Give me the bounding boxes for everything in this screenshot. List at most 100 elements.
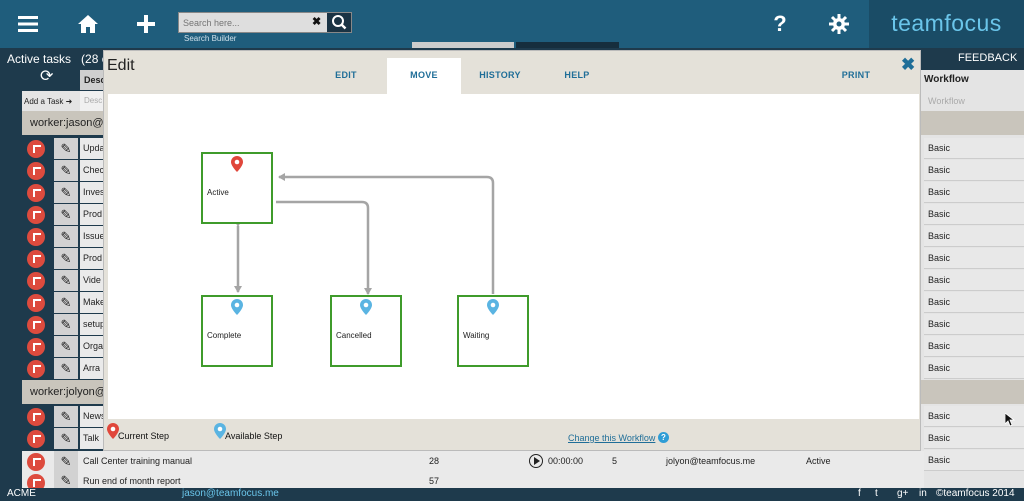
tab-edit[interactable]: EDIT [318,58,374,94]
edit-icon[interactable]: ✎ [54,204,78,225]
table-row[interactable]: ✎ Talk [22,428,104,449]
stop-task-icon[interactable] [27,408,45,426]
tab-history[interactable]: HISTORY [470,58,530,94]
workflow-cell: Basic [924,358,1024,379]
search-builder-link[interactable]: Search Builder [184,34,236,43]
stop-task-icon[interactable] [27,360,45,378]
edit-icon[interactable]: ✎ [54,248,78,269]
add-task-button[interactable]: Add a Task ➜ [22,91,80,111]
workflow-cell: Basic [924,292,1024,313]
task-description: Chec [80,160,104,181]
step-waiting[interactable]: Waiting [457,295,529,367]
tab-help[interactable]: HELP [552,58,602,94]
table-row[interactable]: ✎ Issue [22,226,104,247]
task-owner: jolyon@teamfocus.me [666,456,756,466]
task-number: 28 [429,456,440,466]
menu-icon[interactable] [10,0,46,49]
task-description: Orga [80,336,104,357]
table-row[interactable]: ✎ Prod [22,248,104,269]
table-row[interactable]: ✎ Orga [22,336,104,357]
question-icon[interactable]: ? [658,432,669,443]
stop-task-icon[interactable] [27,294,45,312]
stop-task-icon[interactable] [27,228,45,246]
print-button[interactable]: PRINT [832,58,880,94]
group-header-right [920,111,1024,135]
user-email[interactable]: jason@teamfocus.me [182,488,279,499]
table-row[interactable]: ✎ Chec [22,160,104,181]
edit-icon[interactable]: ✎ [54,270,78,291]
table-row[interactable]: ✎ setup [22,314,104,335]
workflow-column-header[interactable]: Workflow [924,74,969,85]
background-tab [516,42,619,48]
play-icon[interactable] [529,454,543,468]
edit-icon[interactable]: ✎ [54,428,78,449]
stop-task-icon[interactable] [27,272,45,290]
table-row[interactable]: ✎ News [22,406,104,427]
edit-icon[interactable]: ✎ [54,160,78,181]
home-icon[interactable] [70,0,106,50]
task-description: News [80,406,104,427]
description-column-header[interactable]: Desc [80,70,104,90]
task-timer: 00:00:00 [548,456,584,466]
table-row[interactable]: ✎ Upda [22,138,104,159]
connector-active-cancelled [276,200,372,295]
help-icon[interactable]: ? [762,0,798,48]
edit-icon[interactable]: ✎ [54,292,78,313]
task-number: 57 [429,476,440,486]
stop-task-icon[interactable] [27,162,45,180]
edit-icon[interactable]: ✎ [54,336,78,357]
connector-waiting-active [278,173,495,294]
table-row[interactable]: ✎ Arra [22,358,104,379]
stop-task-icon[interactable] [27,206,45,224]
add-icon[interactable] [128,0,164,50]
stop-task-icon[interactable] [27,453,45,471]
gear-icon[interactable] [821,0,857,51]
twitter-icon[interactable]: t [875,488,878,499]
stop-task-icon[interactable] [27,316,45,334]
task-description: setup [80,314,104,335]
available-step-pin-icon [360,299,372,315]
group-header: worker:jason@ [22,111,104,135]
linkedin-icon[interactable]: in [919,488,927,499]
edit-icon[interactable]: ✎ [54,138,78,159]
edit-icon[interactable]: ✎ [54,314,78,335]
description-filter[interactable]: Desc [80,91,104,111]
facebook-icon[interactable]: f [858,488,861,499]
stop-task-icon[interactable] [27,250,45,268]
stop-task-icon[interactable] [27,338,45,356]
edit-icon[interactable]: ✎ [54,182,78,203]
search-input[interactable] [183,15,311,30]
table-row[interactable]: ✎ Inves [22,182,104,203]
edit-icon[interactable]: ✎ [54,226,78,247]
stop-task-icon[interactable] [27,430,45,448]
step-active[interactable]: Active [201,152,273,224]
table-row[interactable]: ✎ Make [22,292,104,313]
edit-icon[interactable]: ✎ [54,472,78,489]
tab-move[interactable]: MOVE [387,58,461,94]
clear-icon[interactable]: ✖ [312,15,321,28]
workflow-filter[interactable]: Workflow [928,96,965,106]
change-workflow-link[interactable]: Change this Workflow [568,433,655,443]
table-row[interactable]: ✎ Vide [22,270,104,291]
refresh-icon[interactable]: ⟳ [40,66,53,86]
stop-task-icon[interactable] [27,140,45,158]
googleplus-icon[interactable]: g+ [897,488,908,499]
feedback-link[interactable]: FEEDBACK [958,52,1017,64]
search-button[interactable] [327,13,351,32]
edit-icon[interactable]: ✎ [54,451,78,472]
step-cancelled[interactable]: Cancelled [330,295,402,367]
stop-task-icon[interactable] [27,184,45,202]
table-row[interactable]: ✎ Run end of month report 57 [22,472,924,492]
copyright: ©teamfocus 2014 [936,488,1015,499]
close-icon[interactable]: ✖ [901,55,915,75]
edit-icon[interactable]: ✎ [54,358,78,379]
table-row[interactable]: ✎ Prod [22,204,104,225]
edit-icon[interactable]: ✎ [54,406,78,427]
workflow-canvas: Active Complete Cancelled Waiting [108,94,919,419]
workflow-cell: Basic [924,336,1024,357]
task-description: Arra [80,358,104,379]
step-complete[interactable]: Complete [201,295,273,367]
workflow-cell: Basic [924,182,1024,203]
table-row[interactable]: ✎ Call Center training manual 28 00:00:0… [22,451,924,472]
footer: ACME jason@teamfocus.me f t g+ in ©teamf… [0,488,1024,501]
